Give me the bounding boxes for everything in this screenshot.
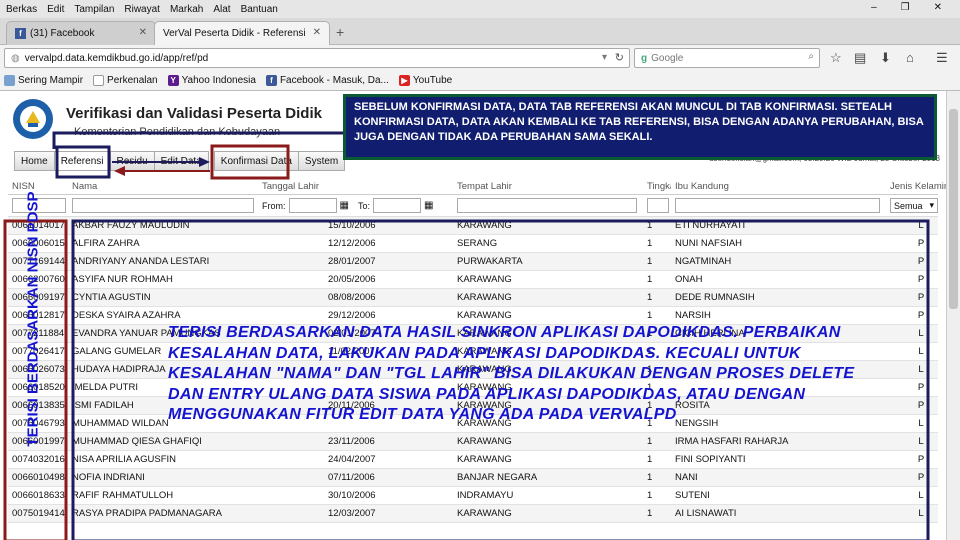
browser-menubar: Berkas Edit Tampilan Riwayat Markah Alat… [0,0,960,18]
reload-icon[interactable]: ↻ [615,51,624,64]
arrowhead-right [199,157,210,167]
google-icon: g [641,52,648,64]
menu-berkas[interactable]: Berkas [6,4,37,15]
bookmark-facebook[interactable]: f Facebook - Masuk, Da... [265,75,389,86]
dropdown-icon[interactable]: ▾ [602,52,607,63]
bookmarks-list-icon[interactable]: ▤ [854,50,866,66]
bookmark-label: Sering Mampir [18,75,84,86]
bookmarks-bar: Sering Mampir Perkenalan Y Yahoo Indonesi… [0,71,960,91]
menu-edit[interactable]: Edit [47,4,64,15]
note-sinkron-dapodikdas: TERISI BERDASARKAN DATA HASIL SINKRON AP… [168,324,855,424]
page-content: Verifikasi dan Validasi Peserta Didik Ke… [0,91,960,540]
search-box[interactable]: g Google ⌕ [634,48,820,68]
menu-alat[interactable]: Alat [213,4,230,15]
minimize-button[interactable]: – [871,2,877,13]
menu-markah[interactable]: Markah [170,4,203,15]
browser-tab-facebook[interactable]: f (31) Facebook ✕ [6,21,156,45]
close-tab-icon[interactable]: ✕ [139,27,147,38]
bookmark-label: Facebook - Masuk, Da... [279,75,389,86]
url-bar[interactable]: ◍ vervalpd.data.kemdikbud.go.id/app/ref/… [4,48,630,68]
folder-icon [4,75,15,86]
browser-tab-label: (31) Facebook [30,28,95,39]
bookmark-youtube[interactable]: ▶ YouTube [398,75,453,86]
browser-tabstrip: f (31) Facebook ✕ VerVal Peserta Didik -… [0,18,960,45]
menu-bantuan[interactable]: Bantuan [241,4,278,15]
url-text: vervalpd.data.kemdikbud.go.id/app/ref/pd [24,52,209,64]
menu-icon[interactable]: ☰ [936,50,948,66]
close-tab-icon[interactable]: ✕ [313,27,321,38]
bookmark-sering-mampir[interactable]: Sering Mampir [4,75,83,86]
bookmark-label: Yahoo Indonesia [181,75,256,86]
bookmark-yahoo[interactable]: Y Yahoo Indonesia [167,75,256,86]
new-tab-button[interactable]: + [336,24,344,40]
bookmark-perkenalan[interactable]: Perkenalan [93,75,158,86]
facebook-icon: f [15,28,26,39]
bookmark-label: YouTube [412,75,453,86]
menu-riwayat[interactable]: Riwayat [124,4,160,15]
search-icon[interactable]: ⌕ [808,51,814,62]
menu-tampilan[interactable]: Tampilan [74,4,114,15]
page-scrollbar[interactable] [946,91,960,540]
facebook-icon: f [265,75,277,86]
search-placeholder: Google [651,52,684,64]
browser-tab-label: VerVal Peserta Didik - Referensi [163,28,306,39]
close-window-button[interactable]: ✕ [934,2,942,13]
bookmark-star-icon[interactable]: ☆ [830,50,842,66]
yahoo-icon: Y [167,75,179,86]
konfirmasi-tab-highlight [210,144,290,180]
page-icon [93,75,105,86]
note-nisn-pdsp: TERISI BERDASARKAN NISN PDSP [24,191,42,447]
youtube-icon: ▶ [398,75,410,86]
window-controls: – ❐ ✕ [871,2,952,13]
arrowhead-left [114,166,125,176]
scrollbar-thumb[interactable] [949,109,958,309]
download-icon[interactable]: ⬇ [880,50,891,66]
referensi-tab-highlight [55,145,111,179]
note-konfirmasi: SEBELUM KONFIRMASI DATA, DATA TAB REFERE… [343,94,937,160]
globe-icon: ◍ [11,52,20,64]
maximize-button[interactable]: ❐ [901,2,910,13]
bookmark-label: Perkenalan [107,75,158,86]
browser-tab-verval[interactable]: VerVal Peserta Didik - Referensi ✕ [154,21,330,45]
browser-navbar: ◍ vervalpd.data.kemdikbud.go.id/app/ref/… [0,45,960,71]
home-icon[interactable]: ⌂ [906,50,914,65]
